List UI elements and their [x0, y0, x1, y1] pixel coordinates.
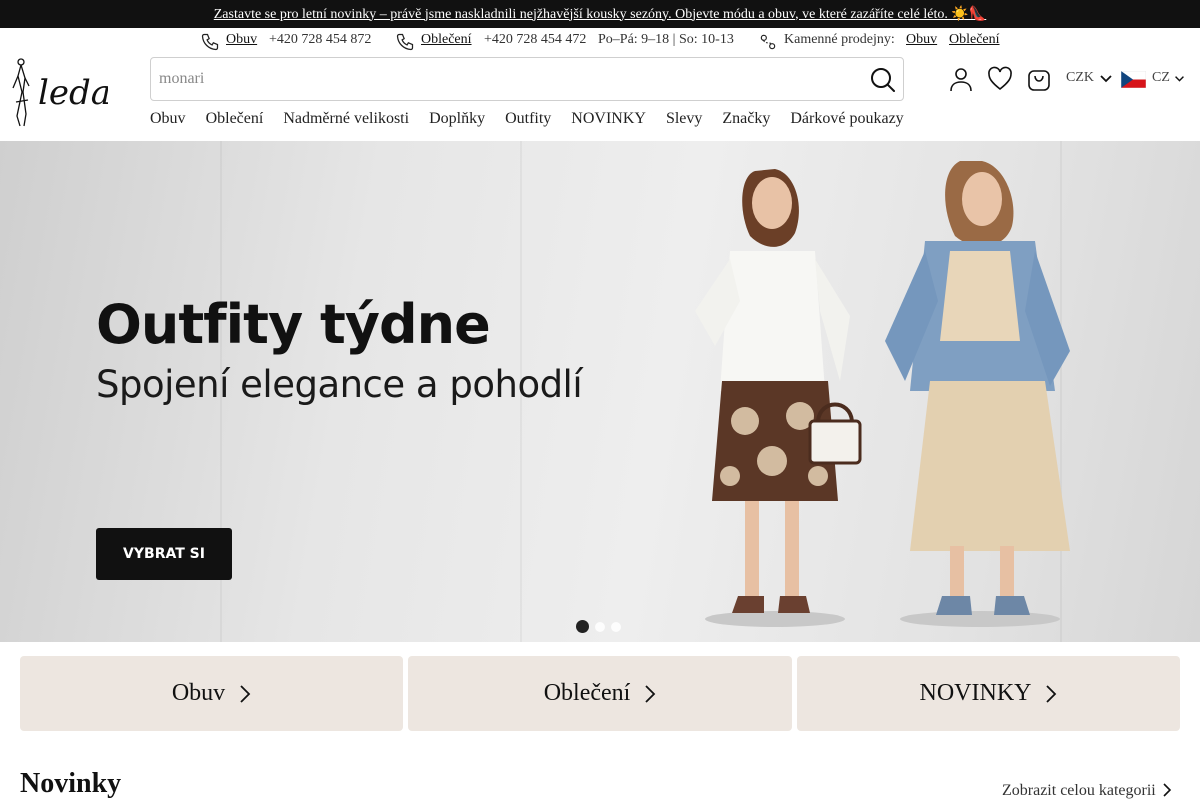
see-all-label: Zobrazit celou kategorii — [1002, 782, 1156, 799]
announcement-bar: Zastavte se pro letní novinky – právě js… — [0, 0, 1200, 28]
chevron-right-icon — [645, 684, 656, 703]
nav-item-novinky[interactable]: NOVINKY — [571, 110, 646, 130]
contact-clothes-link[interactable]: Oblečení — [421, 32, 472, 48]
phone-icon — [396, 33, 414, 51]
phone-icon — [201, 33, 219, 51]
category-tile-obleceni[interactable]: Oblečení — [408, 656, 792, 731]
search-input[interactable] — [159, 58, 859, 100]
model-right — [885, 161, 1070, 627]
nav-item-obleceni[interactable]: Oblečení — [206, 110, 264, 130]
currency-selector[interactable]: CZK — [1066, 70, 1094, 86]
hero-cta-button[interactable]: VYBRAT SI — [96, 528, 232, 580]
model-left — [695, 169, 862, 627]
hero-models-image — [695, 161, 1070, 627]
logo[interactable]: leda — [8, 56, 108, 128]
hero-banner[interactable]: Outfity týdne Spojení elegance a pohodlí… — [0, 141, 1200, 642]
category-tile-label: NOVINKY — [919, 680, 1032, 706]
chevron-right-icon — [1046, 684, 1057, 703]
carousel-dot-3[interactable] — [611, 621, 621, 632]
chevron-right-icon — [1163, 783, 1171, 797]
hero-title: Outfity týdne — [96, 293, 491, 356]
cz-flag-icon[interactable] — [1121, 71, 1146, 88]
main-nav: Obuv Oblečení Nadměrné velikosti Doplňky… — [150, 110, 924, 130]
stores-shoes-link[interactable]: Obuv — [906, 32, 937, 48]
category-tile-label: Oblečení — [543, 680, 631, 706]
carousel-dots — [576, 620, 621, 633]
logo-figure — [12, 58, 30, 127]
store-location-icon — [760, 34, 776, 50]
heart-icon[interactable] — [987, 66, 1013, 92]
section-title: Novinky — [20, 768, 122, 799]
see-all-link[interactable]: Zobrazit celou kategorii — [1002, 782, 1172, 800]
carousel-dot-1[interactable] — [576, 620, 589, 633]
contact-row: Obuv +420 728 454 872 Oblečení +420 728 … — [0, 28, 1200, 52]
nav-item-darkove-poukazy[interactable]: Dárkové poukazy — [790, 110, 903, 130]
opening-hours: Po–Pá: 9–18 | So: 10-13 — [598, 32, 734, 47]
category-tile-label: Obuv — [171, 680, 226, 706]
category-tile-novinky[interactable]: NOVINKY — [797, 656, 1180, 731]
chevron-down-icon[interactable] — [1099, 72, 1113, 86]
hero-subtitle: Spojení elegance a pohodlí — [96, 363, 583, 406]
nav-item-znacky[interactable]: Značky — [722, 110, 770, 130]
contact-clothes-phone[interactable]: +420 728 454 472 — [484, 32, 586, 48]
user-icon[interactable] — [948, 66, 974, 92]
nav-item-doplnky[interactable]: Doplňky — [429, 110, 485, 130]
category-tile-obuv[interactable]: Obuv — [20, 656, 403, 731]
contact-shoes-link[interactable]: Obuv — [226, 32, 257, 48]
stores-clothes-link[interactable]: Oblečení — [949, 32, 1000, 48]
nav-item-nadmerne-velikosti[interactable]: Nadměrné velikosti — [283, 110, 409, 130]
language-selector[interactable]: CZ — [1152, 70, 1170, 86]
nav-item-outfity[interactable]: Outfity — [505, 110, 551, 130]
chevron-down-icon[interactable] — [1174, 72, 1185, 86]
nav-item-slevy[interactable]: Slevy — [666, 110, 702, 130]
search-box — [150, 57, 904, 101]
logo-text: leda — [38, 73, 108, 113]
contact-shoes-phone[interactable]: +420 728 454 872 — [269, 32, 371, 48]
bag-icon[interactable] — [1026, 66, 1052, 92]
chevron-right-icon — [240, 684, 251, 703]
nav-item-obuv[interactable]: Obuv — [150, 110, 186, 130]
carousel-dot-2[interactable] — [595, 621, 605, 632]
stores-label: Kamenné prodejny: — [784, 32, 895, 47]
announcement-link[interactable]: Zastavte se pro letní novinky – právě js… — [214, 6, 986, 23]
search-icon[interactable] — [869, 66, 897, 94]
